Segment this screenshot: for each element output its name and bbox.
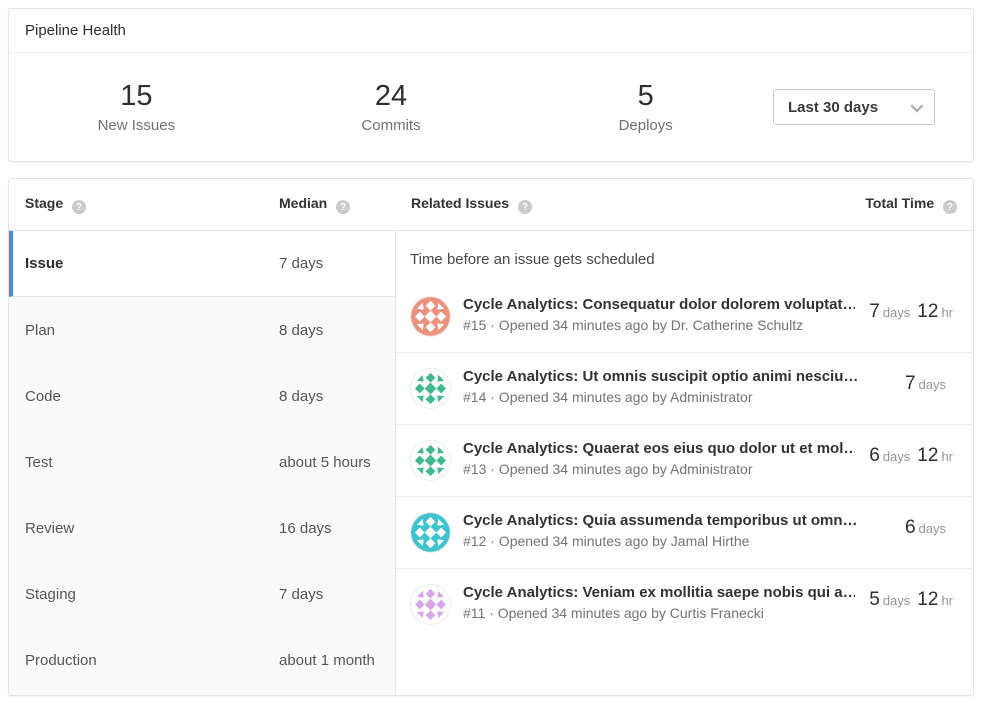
stage-row-review[interactable]: Review 16 days — [9, 495, 395, 561]
issue-total-time: 6days12hr — [869, 440, 953, 467]
issue-title[interactable]: Cycle Analytics: Quia assumenda temporib… — [463, 512, 891, 529]
help-icon[interactable]: ? — [518, 200, 532, 214]
issue-meta: #11 · Opened 34 minutes ago by Curtis Fr… — [463, 605, 855, 621]
issue-list-item: Cycle Analytics: Quaerat eos eius quo do… — [396, 424, 973, 496]
issue-list-item: Cycle Analytics: Consequatur dolor dolor… — [396, 281, 973, 352]
issue-list-item: Cycle Analytics: Ut omnis suscipit optio… — [396, 352, 973, 424]
stage-name: Review — [25, 520, 74, 537]
issue-meta: #12 · Opened 34 minutes ago by Jamal Hir… — [463, 533, 891, 549]
issue-total-time: 6days — [905, 512, 953, 539]
issue-meta: #14 · Opened 34 minutes ago by Administr… — [463, 389, 891, 405]
stat-new-issues: 15 New Issues — [9, 80, 264, 133]
summary-stats-row: 15 New Issues 24 Commits 5 Deploys Last … — [9, 53, 973, 161]
stage-row-production[interactable]: Production about 1 month — [9, 627, 395, 693]
issue-avatar[interactable] — [410, 512, 451, 553]
stage-name: Test — [25, 454, 53, 471]
date-range-dropdown-label: Last 30 days — [788, 99, 878, 116]
issue-list-item: Cycle Analytics: Quia assumenda temporib… — [396, 496, 973, 568]
issue-meta: #13 · Opened 34 minutes ago by Administr… — [463, 461, 855, 477]
cycle-analytics-page: Pipeline Health 15 New Issues 24 Commits… — [0, 0, 982, 704]
table-header-row: Stage ? Median ? Related Issues ? Total … — [9, 179, 973, 231]
stage-median: 8 days — [279, 322, 323, 339]
stage-row-issue[interactable]: Issue 7 days — [9, 231, 395, 297]
issue-total-time: 5days12hr — [869, 584, 953, 611]
date-range-dropdown[interactable]: Last 30 days — [773, 89, 935, 125]
issue-avatar[interactable] — [410, 296, 451, 337]
column-header-median: Median ? — [279, 195, 350, 215]
stage-name: Production — [25, 652, 97, 669]
stat-deploys-label: Deploys — [518, 117, 773, 134]
stage-median: 16 days — [279, 520, 332, 537]
stage-events-panel: Time before an issue gets scheduled — [396, 231, 973, 695]
stage-name: Issue — [25, 255, 63, 272]
issue-avatar[interactable] — [410, 368, 451, 409]
stage-row-staging[interactable]: Staging 7 days — [9, 561, 395, 627]
issue-title[interactable]: Cycle Analytics: Veniam ex mollitia saep… — [463, 584, 855, 601]
stat-new-issues-label: New Issues — [9, 117, 264, 134]
issue-title[interactable]: Cycle Analytics: Consequatur dolor dolor… — [463, 296, 855, 313]
column-header-stage: Stage ? — [25, 195, 86, 215]
stage-median: 7 days — [279, 255, 323, 272]
help-icon[interactable]: ? — [943, 200, 957, 214]
column-header-total-time: Total Time ? — [865, 195, 957, 215]
pipeline-health-card: Pipeline Health 15 New Issues 24 Commits… — [8, 8, 974, 162]
issue-title[interactable]: Cycle Analytics: Quaerat eos eius quo do… — [463, 440, 855, 457]
stage-name: Code — [25, 388, 61, 405]
stage-median: 8 days — [279, 388, 323, 405]
stage-description: Time before an issue gets scheduled — [396, 231, 973, 281]
stage-row-code[interactable]: Code 8 days — [9, 363, 395, 429]
stage-median: 7 days — [279, 586, 323, 603]
stat-deploys-value: 5 — [518, 80, 773, 113]
stat-commits: 24 Commits — [264, 80, 519, 133]
stage-median: about 1 month — [279, 652, 375, 669]
column-header-related-issues: Related Issues ? — [411, 195, 532, 215]
stat-commits-value: 24 — [264, 80, 519, 113]
issue-avatar[interactable] — [410, 440, 451, 481]
issue-avatar[interactable] — [410, 584, 451, 625]
chevron-down-icon — [911, 99, 924, 112]
pipeline-health-title: Pipeline Health — [9, 9, 973, 53]
issue-list-item: Cycle Analytics: Veniam ex mollitia saep… — [396, 568, 973, 640]
summary-stats: 15 New Issues 24 Commits 5 Deploys — [9, 80, 773, 133]
help-icon[interactable]: ? — [72, 200, 86, 214]
issue-title[interactable]: Cycle Analytics: Ut omnis suscipit optio… — [463, 368, 891, 385]
stat-deploys: 5 Deploys — [518, 80, 773, 133]
issue-meta: #15 · Opened 34 minutes ago by Dr. Cathe… — [463, 317, 855, 333]
issue-total-time: 7days — [905, 368, 953, 395]
stage-name: Staging — [25, 586, 76, 603]
stage-name: Plan — [25, 322, 55, 339]
stages-panel: Issue 7 days Plan 8 days Code 8 days Tes… — [9, 231, 396, 695]
table-body: Issue 7 days Plan 8 days Code 8 days Tes… — [9, 231, 973, 695]
help-icon[interactable]: ? — [336, 200, 350, 214]
stage-row-plan[interactable]: Plan 8 days — [9, 297, 395, 363]
cycle-analytics-table: Stage ? Median ? Related Issues ? Total … — [8, 178, 974, 696]
issue-total-time: 7days12hr — [869, 296, 953, 323]
stat-commits-label: Commits — [264, 117, 519, 134]
stage-row-test[interactable]: Test about 5 hours — [9, 429, 395, 495]
stage-median: about 5 hours — [279, 454, 371, 471]
stat-new-issues-value: 15 — [9, 80, 264, 113]
